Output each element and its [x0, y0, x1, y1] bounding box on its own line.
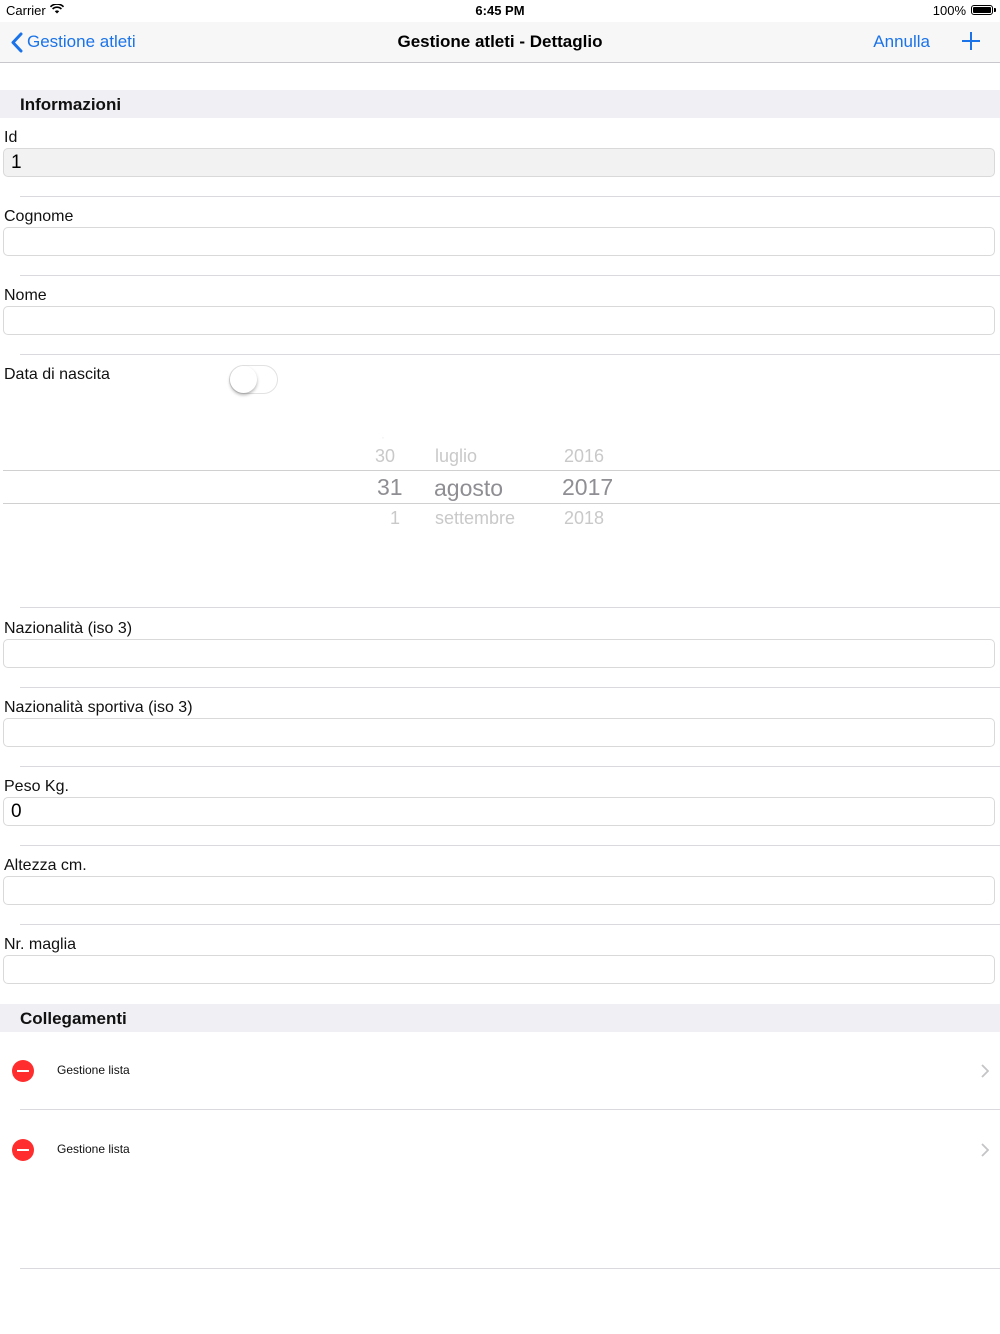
- picker-selection-top: [3, 470, 1000, 471]
- birthdate-label: Data di nascita: [4, 366, 110, 383]
- navigation-bar: Gestione atleti Gestione atleti - Dettag…: [0, 22, 1000, 63]
- status-bar: Carrier 6:45 PM 100%: [0, 0, 1000, 22]
- sport-nationality-field[interactable]: [3, 718, 995, 747]
- height-label: Altezza cm.: [4, 857, 87, 874]
- picker-day-faint: ·: [381, 430, 385, 444]
- birthdate-toggle[interactable]: [229, 365, 278, 394]
- picker-selection-bottom: [3, 503, 1000, 504]
- battery-icon: [971, 5, 996, 15]
- picker-month-selected[interactable]: agosto: [434, 475, 503, 502]
- separator: [20, 924, 1000, 925]
- cognome-field[interactable]: [3, 227, 995, 256]
- picker-year-selected[interactable]: 2017: [562, 474, 613, 501]
- id-field[interactable]: [3, 148, 995, 177]
- picker-day-prev[interactable]: 30: [375, 446, 395, 467]
- date-picker[interactable]: · 30 31 1 luglio agosto settembre 2016 2…: [3, 430, 1000, 540]
- section-header-links: Collegamenti: [0, 1004, 1000, 1032]
- delete-icon[interactable]: [12, 1060, 34, 1082]
- nationality-label: Nazionalità (iso 3): [4, 620, 133, 637]
- jersey-number-field[interactable]: [3, 955, 995, 984]
- nome-label: Nome: [4, 287, 47, 304]
- delete-icon[interactable]: [12, 1139, 34, 1161]
- sport-nationality-label: Nazionalità sportiva (iso 3): [4, 699, 193, 716]
- separator: [20, 354, 1000, 355]
- weight-label: Peso Kg.: [4, 778, 69, 795]
- separator: [20, 196, 1000, 197]
- chevron-right-icon: [981, 1064, 989, 1078]
- picker-month-prev[interactable]: luglio: [435, 446, 477, 467]
- separator: [20, 845, 1000, 846]
- section-header-info: Informazioni: [0, 90, 1000, 118]
- link-row[interactable]: Gestione lista: [0, 1111, 1000, 1189]
- picker-year-prev[interactable]: 2016: [564, 446, 604, 467]
- separator: [20, 1268, 1000, 1269]
- picker-month-next[interactable]: settembre: [435, 508, 515, 529]
- picker-day-next[interactable]: 1: [390, 508, 400, 529]
- separator: [20, 1109, 1000, 1110]
- id-label: Id: [4, 129, 18, 146]
- weight-field[interactable]: [3, 797, 995, 826]
- battery-percent: 100%: [932, 3, 966, 18]
- separator: [20, 275, 1000, 276]
- clock: 6:45 PM: [475, 3, 525, 18]
- section-title-links: Collegamenti: [20, 1009, 127, 1028]
- link-label: Gestione lista: [57, 1063, 130, 1077]
- toggle-knob: [230, 366, 257, 393]
- plus-icon[interactable]: [960, 30, 982, 52]
- picker-year-next[interactable]: 2018: [564, 508, 604, 529]
- page-title: Gestione atleti - Dettaglio: [397, 32, 603, 51]
- chevron-right-icon: [981, 1143, 989, 1157]
- jersey-number-label: Nr. maglia: [4, 936, 77, 953]
- link-label: Gestione lista: [57, 1142, 130, 1156]
- cancel-button[interactable]: Annulla: [873, 32, 930, 52]
- cognome-label: Cognome: [4, 208, 74, 225]
- nationality-field[interactable]: [3, 639, 995, 668]
- height-field[interactable]: [3, 876, 995, 905]
- section-title-info: Informazioni: [20, 95, 122, 114]
- separator: [20, 607, 1000, 608]
- separator: [20, 687, 1000, 688]
- picker-day-selected[interactable]: 31: [377, 474, 403, 501]
- nome-field[interactable]: [3, 306, 995, 335]
- link-row[interactable]: Gestione lista: [0, 1032, 1000, 1110]
- separator: [20, 766, 1000, 767]
